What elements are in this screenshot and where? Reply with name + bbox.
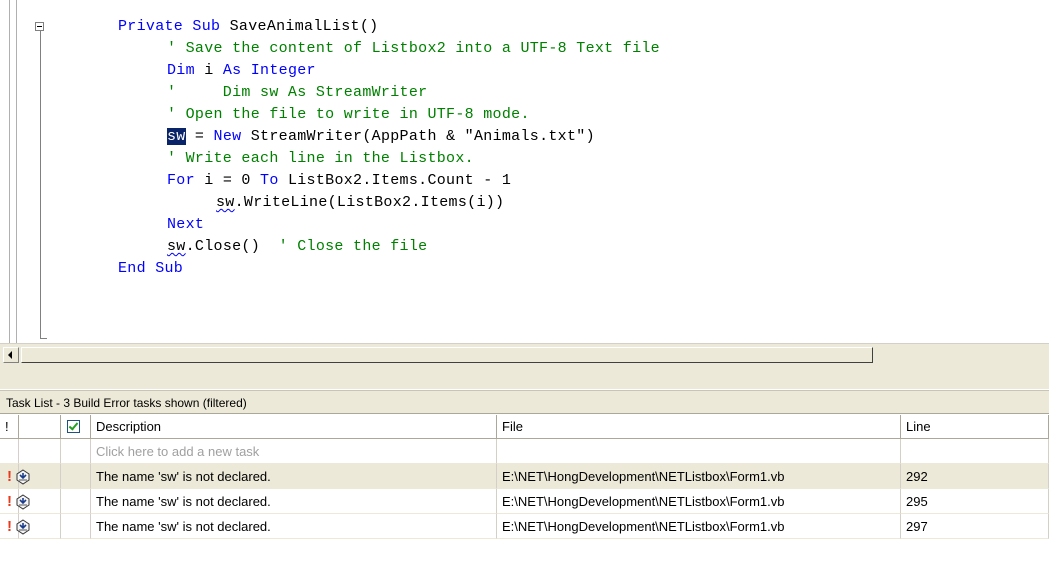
cell-line: 297: [901, 514, 1049, 539]
new-task-row[interactable]: Click here to add a new task: [0, 439, 1049, 464]
code-text: .Close(): [185, 238, 279, 255]
cell-description: The name 'sw' is not declared.: [91, 464, 497, 489]
code-comment: ' Close the file: [278, 238, 428, 255]
code-keyword: For: [167, 172, 205, 189]
code-text: i = 0: [204, 172, 261, 189]
task-list-title: Task List - 3 Build Error tasks shown (f…: [0, 390, 1049, 414]
code-keyword: Private Sub: [118, 18, 230, 35]
build-error-icon: [16, 519, 30, 535]
code-line[interactable]: sw.Close() ' Close the file: [167, 236, 427, 258]
code-keyword: To: [260, 172, 288, 189]
error-priority-icon: !: [7, 493, 12, 510]
horizontal-scrollbar[interactable]: [0, 343, 1049, 368]
code-line[interactable]: ' Open the file to write in UTF-8 mode.: [167, 104, 530, 126]
code-line[interactable]: ' Write each line in the Listbox.: [167, 148, 474, 170]
scroll-left-arrow-icon[interactable]: [3, 347, 19, 363]
build-error-icon: [16, 494, 30, 510]
cell-file: E:\NET\HongDevelopment\NETListbox\Form1.…: [497, 514, 901, 539]
task-row[interactable]: The name 'sw' is not declared. E:\NET\Hon…: [0, 464, 1049, 489]
task-list-panel: Task List - 3 Build Error tasks shown (f…: [0, 389, 1049, 577]
cell-description: The name 'sw' is not declared.: [91, 489, 497, 514]
code-text: i: [204, 62, 223, 79]
code-line[interactable]: Private Sub SaveAnimalList(): [118, 16, 378, 38]
cell-category: [19, 439, 61, 464]
column-header-priority[interactable]: !: [0, 415, 19, 439]
code-text: =: [185, 128, 214, 145]
cell-checked: [61, 489, 91, 514]
column-header-category[interactable]: [19, 415, 61, 439]
scrollbar-thumb[interactable]: [21, 347, 873, 363]
cell-file: [497, 439, 901, 464]
code-error-token: sw: [167, 238, 186, 255]
code-error-token: sw: [216, 194, 235, 211]
outline-end: [40, 338, 47, 339]
checkbox-checked-icon[interactable]: [67, 420, 80, 433]
code-text: ListBox2.Items.Count - 1: [287, 172, 512, 189]
code-line[interactable]: End Sub: [118, 258, 183, 280]
cell-file: E:\NET\HongDevelopment\NETListbox\Form1.…: [497, 464, 901, 489]
column-header-file[interactable]: File: [497, 415, 901, 439]
cell-checked: [61, 464, 91, 489]
build-error-icon: [16, 469, 30, 485]
cell-line: 295: [901, 489, 1049, 514]
code-line[interactable]: ' Save the content of Listbox2 into a UT…: [167, 38, 660, 60]
editor-margin: [9, 0, 17, 343]
column-header-line[interactable]: Line: [901, 415, 1049, 439]
error-priority-icon: !: [7, 468, 12, 485]
code-keyword: New: [213, 128, 251, 145]
code-keyword: Next: [167, 216, 205, 233]
cell-file: E:\NET\HongDevelopment\NETListbox\Form1.…: [497, 489, 901, 514]
code-comment: ' Open the file to write in UTF-8 mode.: [167, 106, 530, 123]
cell-checked: [61, 514, 91, 539]
task-row[interactable]: The name 'sw' is not declared. E:\NET\Hon…: [0, 489, 1049, 514]
code-editor[interactable]: Private Sub SaveAnimalList() ' Save the c…: [0, 0, 1049, 343]
cell-description: The name 'sw' is not declared.: [91, 514, 497, 539]
code-line[interactable]: sw.WriteLine(ListBox2.Items(i)): [216, 192, 504, 214]
code-text: SaveAnimalList(): [229, 18, 379, 35]
error-priority-icon: !: [7, 518, 12, 535]
pane-splitter[interactable]: [0, 367, 1049, 389]
code-text: .WriteLine(ListBox2.Items(i)): [234, 194, 505, 211]
code-line[interactable]: For i = 0 To ListBox2.Items.Count - 1: [167, 170, 511, 192]
cell-checked: [61, 439, 91, 464]
column-header-description[interactable]: Description: [91, 415, 497, 439]
code-comment: ' Write each line in the Listbox.: [167, 150, 474, 167]
column-header-checked[interactable]: [61, 415, 91, 439]
outline-line: [40, 31, 41, 338]
code-comment: ' Dim sw As StreamWriter: [167, 84, 428, 101]
collapse-icon[interactable]: [35, 22, 44, 31]
code-text: StreamWriter(AppPath & "Animals.txt"): [250, 128, 595, 145]
code-keyword: As Integer: [222, 62, 316, 79]
code-selection: sw: [167, 128, 186, 145]
cell-line: 292: [901, 464, 1049, 489]
new-task-input[interactable]: Click here to add a new task: [91, 439, 497, 464]
code-line[interactable]: Dim i As Integer: [167, 60, 316, 82]
code-line[interactable]: Next: [167, 214, 204, 236]
code-keyword: End Sub: [118, 260, 184, 277]
cell-priority: [0, 439, 19, 464]
cell-line: [901, 439, 1049, 464]
code-line[interactable]: ' Dim sw As StreamWriter: [167, 82, 427, 104]
code-comment: ' Save the content of Listbox2 into a UT…: [167, 40, 660, 57]
task-row[interactable]: The name 'sw' is not declared. E:\NET\Hon…: [0, 514, 1049, 539]
code-line[interactable]: sw = New StreamWriter(AppPath & "Animals…: [167, 126, 595, 148]
code-keyword: Dim: [167, 62, 205, 79]
